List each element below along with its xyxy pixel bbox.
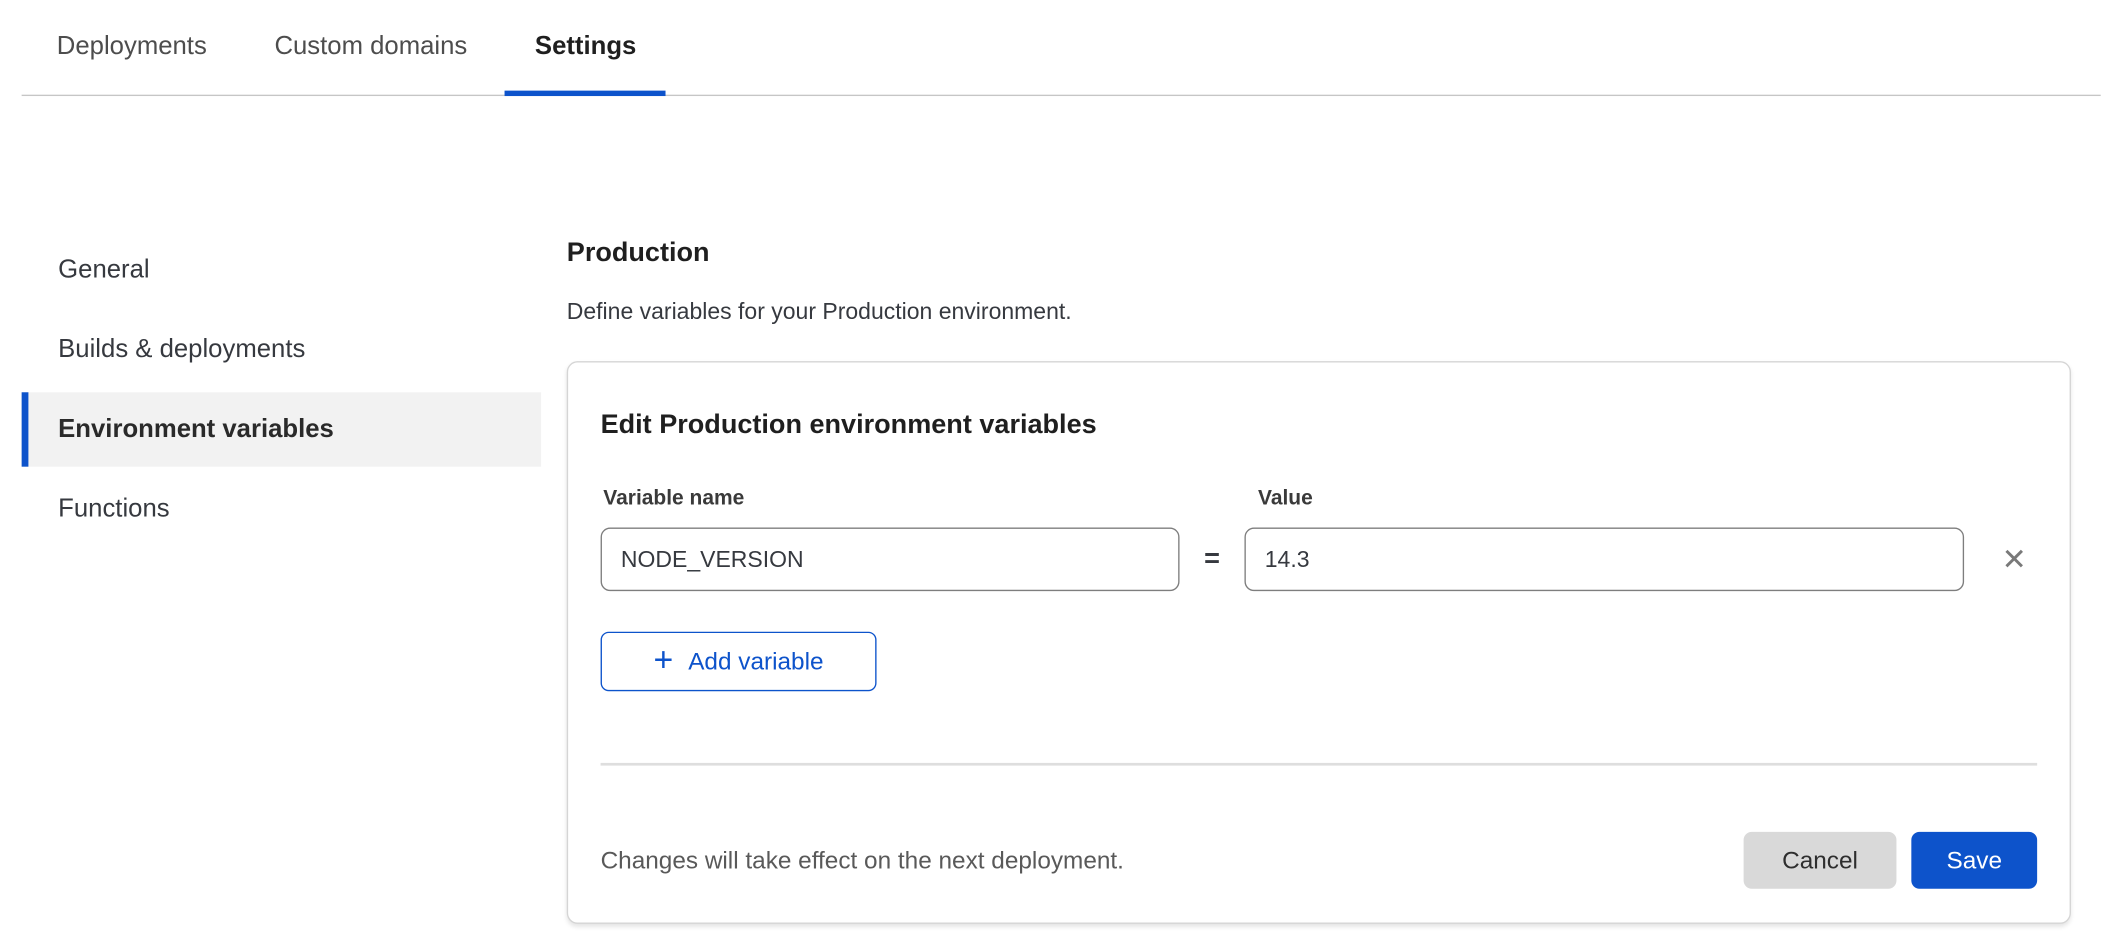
page-body: General Builds & deployments Environment… [0, 96, 2121, 924]
card-footer: Changes will take effect on the next dep… [601, 832, 2038, 889]
value-label: Value [1244, 487, 1312, 510]
variable-name-input[interactable] [601, 528, 1180, 592]
tab-settings[interactable]: Settings [505, 0, 666, 95]
add-variable-button[interactable]: + Add variable [601, 632, 877, 692]
variable-name-label: Variable name [601, 487, 1245, 510]
sidebar-item-environment-variables[interactable]: Environment variables [22, 392, 541, 466]
main-content: Production Define variables for your Pro… [567, 238, 2071, 924]
card-divider [601, 763, 2038, 766]
sidebar-item-general[interactable]: General [22, 233, 541, 307]
section-heading: Production [567, 238, 2071, 269]
section-description: Define variables for your Production env… [567, 299, 2071, 326]
save-button[interactable]: Save [1911, 832, 2037, 889]
deployment-note: Changes will take effect on the next dep… [601, 846, 1744, 874]
settings-sidebar: General Builds & deployments Environment… [22, 233, 541, 552]
environment-variables-card: Edit Production environment variables Va… [567, 361, 2071, 924]
card-title: Edit Production environment variables [601, 410, 2038, 441]
equals-sign: = [1180, 544, 1245, 575]
close-icon: ✕ [2002, 542, 2027, 577]
tab-custom-domains[interactable]: Custom domains [245, 0, 497, 95]
variable-row: = ✕ [601, 528, 2038, 592]
sidebar-item-builds-deployments[interactable]: Builds & deployments [22, 312, 541, 386]
plus-icon: + [654, 643, 674, 677]
tab-deployments[interactable]: Deployments [27, 0, 237, 95]
sidebar-item-functions[interactable]: Functions [22, 472, 541, 546]
field-labels-row: Variable name Value [601, 487, 2038, 510]
settings-page: Deployments Custom domains Settings Gene… [0, 0, 2121, 948]
remove-variable-button[interactable]: ✕ [1991, 536, 2037, 582]
variable-value-input[interactable] [1244, 528, 1964, 592]
cancel-button[interactable]: Cancel [1744, 832, 1897, 889]
add-variable-label: Add variable [688, 647, 823, 675]
tab-bar: Deployments Custom domains Settings [22, 0, 2101, 96]
